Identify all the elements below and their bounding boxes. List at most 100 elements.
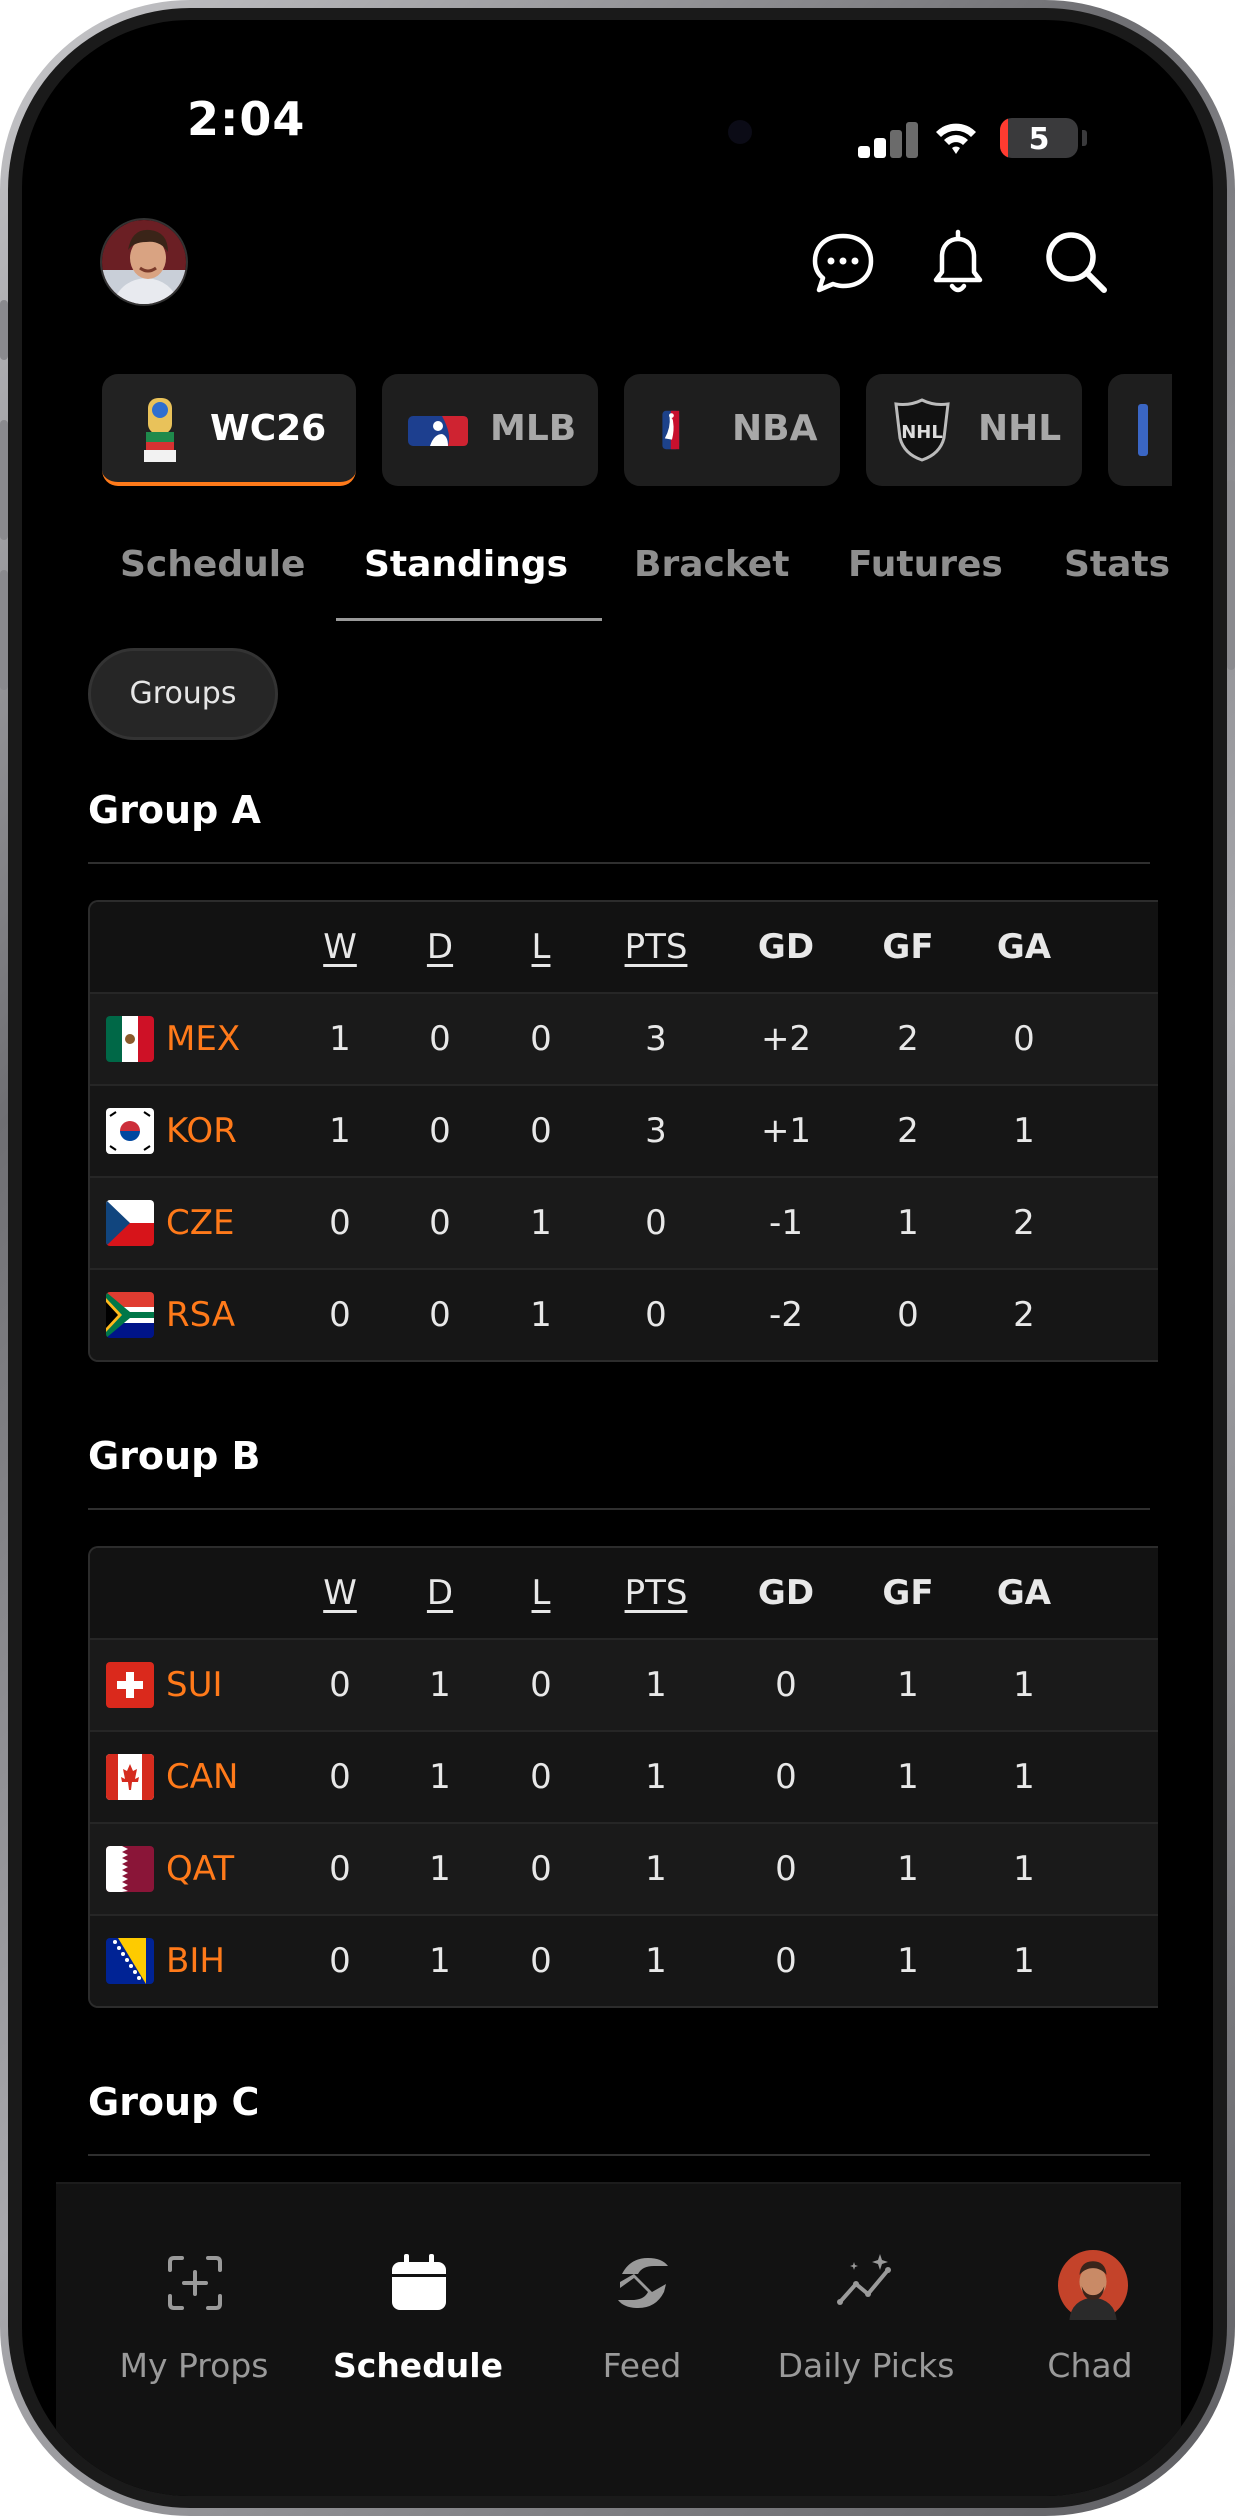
team-cell[interactable]: RSA	[106, 1270, 235, 1360]
col-header-points[interactable]: PTS	[601, 902, 711, 992]
table-row[interactable]: KOR 1 0 0 3 +1 2 1	[90, 1084, 1158, 1176]
profile-photo	[102, 220, 186, 304]
col-header-wins[interactable]: W	[295, 902, 385, 992]
nba-logo-icon	[662, 410, 680, 450]
team-cell[interactable]: CAN	[106, 1732, 238, 1822]
draws: 1	[429, 1941, 451, 1981]
col-header-losses[interactable]: L	[496, 902, 586, 992]
team-cell[interactable]: MEX	[106, 994, 240, 1084]
team-cell[interactable]: CZE	[106, 1178, 235, 1268]
svg-text:NHL: NHL	[901, 422, 943, 443]
tab-bracket[interactable]: Bracket	[634, 544, 789, 585]
points: 0	[645, 1295, 667, 1335]
nav-schedule[interactable]: Schedule	[308, 2184, 528, 2404]
table-row[interactable]: RSA 0 0 1 0 -2 0 2	[90, 1268, 1158, 1360]
nav-chad[interactable]: Chad	[980, 2184, 1200, 2404]
wins: 1	[329, 1111, 351, 1151]
team-name: KOR	[166, 1111, 237, 1151]
team-name: CAN	[166, 1757, 239, 1797]
col-header-draws[interactable]: D	[395, 1548, 485, 1638]
team-cell[interactable]: BIH	[106, 1916, 225, 2006]
goal-diff: 0	[775, 1757, 797, 1797]
tab-schedule[interactable]: Schedule	[120, 544, 305, 585]
nav-feed[interactable]: Feed	[532, 2184, 752, 2404]
losses: 0	[530, 1757, 552, 1797]
points: 1	[645, 1941, 667, 1981]
bosnia-flag-icon	[106, 1938, 154, 1984]
team-cell[interactable]: KOR	[106, 1086, 237, 1176]
league-pill-more[interactable]	[1108, 374, 1172, 486]
feed-logo-icon	[618, 2258, 668, 2308]
col-header-goal-diff: GD	[757, 927, 815, 967]
league-pill-nhl[interactable]: NHL NHL	[866, 374, 1082, 486]
goal-diff: -2	[769, 1295, 803, 1335]
draws: 0	[429, 1203, 451, 1243]
league-label: NHL	[978, 408, 1062, 449]
goals-against: 0	[1013, 1019, 1035, 1059]
team-cell[interactable]: SUI	[106, 1640, 223, 1730]
battery-tip	[1082, 130, 1087, 146]
col-header-goals-against: GA	[996, 1573, 1052, 1613]
goals-for: 1	[897, 1203, 919, 1243]
nav-my-props[interactable]: My Props	[84, 2184, 304, 2404]
team-cell[interactable]: QAT	[106, 1824, 234, 1914]
qatar-flag-icon	[106, 1846, 154, 1892]
wins: 0	[329, 1665, 351, 1705]
table-header-row: W D L PTS GD GF GA	[90, 902, 1158, 992]
col-header-draws[interactable]: D	[395, 902, 485, 992]
league-label: NBA	[732, 408, 818, 449]
tab-standings[interactable]: Standings	[364, 544, 568, 585]
group-divider	[88, 1508, 1150, 1510]
table-row[interactable]: QAT 0 1 0 1 0 1 1	[90, 1822, 1158, 1914]
trend-sparkle-icon	[837, 2254, 891, 2305]
battery-level: 5	[1028, 122, 1050, 157]
goal-diff: +1	[760, 1111, 812, 1151]
wins: 0	[329, 1849, 351, 1889]
table-row[interactable]: CAN 0 1 0 1 0 1 1	[90, 1730, 1158, 1822]
tab-stats[interactable]: Stats	[1064, 544, 1170, 585]
league-pill-nba[interactable]: NBA	[624, 374, 840, 486]
switzerland-flag-icon	[106, 1662, 154, 1708]
table-row[interactable]: BIH 0 1 0 1 0 1 1	[90, 1914, 1158, 2006]
league-selector: WC26 MLB NBA NHL NHL	[102, 374, 1172, 490]
group-a-standings-table: W D L PTS GD GF GA MEX 1 0 0 3 +2 2 0 KO…	[88, 900, 1158, 1362]
col-header-losses[interactable]: L	[496, 1548, 586, 1638]
bottom-navigation: My Props Schedule Feed Daily Picks Chad	[56, 2182, 1181, 2496]
league-label: MLB	[490, 408, 577, 449]
volume-up-button	[0, 420, 8, 540]
draws: 1	[429, 1757, 451, 1797]
status-time: 2:04	[187, 92, 306, 146]
table-row[interactable]: CZE 0 0 1 0 -1 1 2	[90, 1176, 1158, 1268]
app-screen: 2:04 5 WC26 MLB NBA NHL NHL Schedule Sta…	[22, 20, 1213, 2496]
nav-daily-picks[interactable]: Daily Picks	[756, 2184, 976, 2404]
table-row[interactable]: MEX 1 0 0 3 +2 2 0	[90, 992, 1158, 1084]
wifi-icon	[936, 123, 976, 154]
table-header-row: W D L PTS GD GF GA	[90, 1548, 1158, 1638]
league-pill-mlb[interactable]: MLB	[382, 374, 598, 486]
draws: 0	[429, 1295, 451, 1335]
team-name: RSA	[166, 1295, 236, 1335]
goals-against: 1	[1013, 1111, 1035, 1151]
group-a-title: Group A	[88, 788, 261, 832]
col-header-wins[interactable]: W	[295, 1548, 385, 1638]
draws: 1	[429, 1665, 451, 1705]
wins: 0	[329, 1941, 351, 1981]
notifications-bell-icon[interactable]	[922, 226, 994, 298]
groups-filter-chip[interactable]: Groups	[88, 648, 278, 740]
mexico-flag-icon	[106, 1016, 154, 1062]
table-row[interactable]: SUI 0 1 0 1 0 1 1	[90, 1638, 1158, 1730]
profile-avatar[interactable]	[100, 218, 188, 306]
wins: 0	[329, 1203, 351, 1243]
goal-diff: 0	[775, 1941, 797, 1981]
goals-for: 1	[897, 1941, 919, 1981]
search-icon[interactable]	[1040, 226, 1112, 298]
goals-for: 1	[897, 1757, 919, 1797]
goals-against: 1	[1013, 1665, 1035, 1705]
league-label: WC26	[210, 408, 327, 449]
messages-icon[interactable]	[807, 228, 879, 300]
tab-futures[interactable]: Futures	[848, 544, 1003, 585]
goals-for: 1	[897, 1849, 919, 1889]
draws: 1	[429, 1849, 451, 1889]
col-header-points[interactable]: PTS	[601, 1548, 711, 1638]
league-pill-wc26[interactable]: WC26	[102, 374, 356, 486]
